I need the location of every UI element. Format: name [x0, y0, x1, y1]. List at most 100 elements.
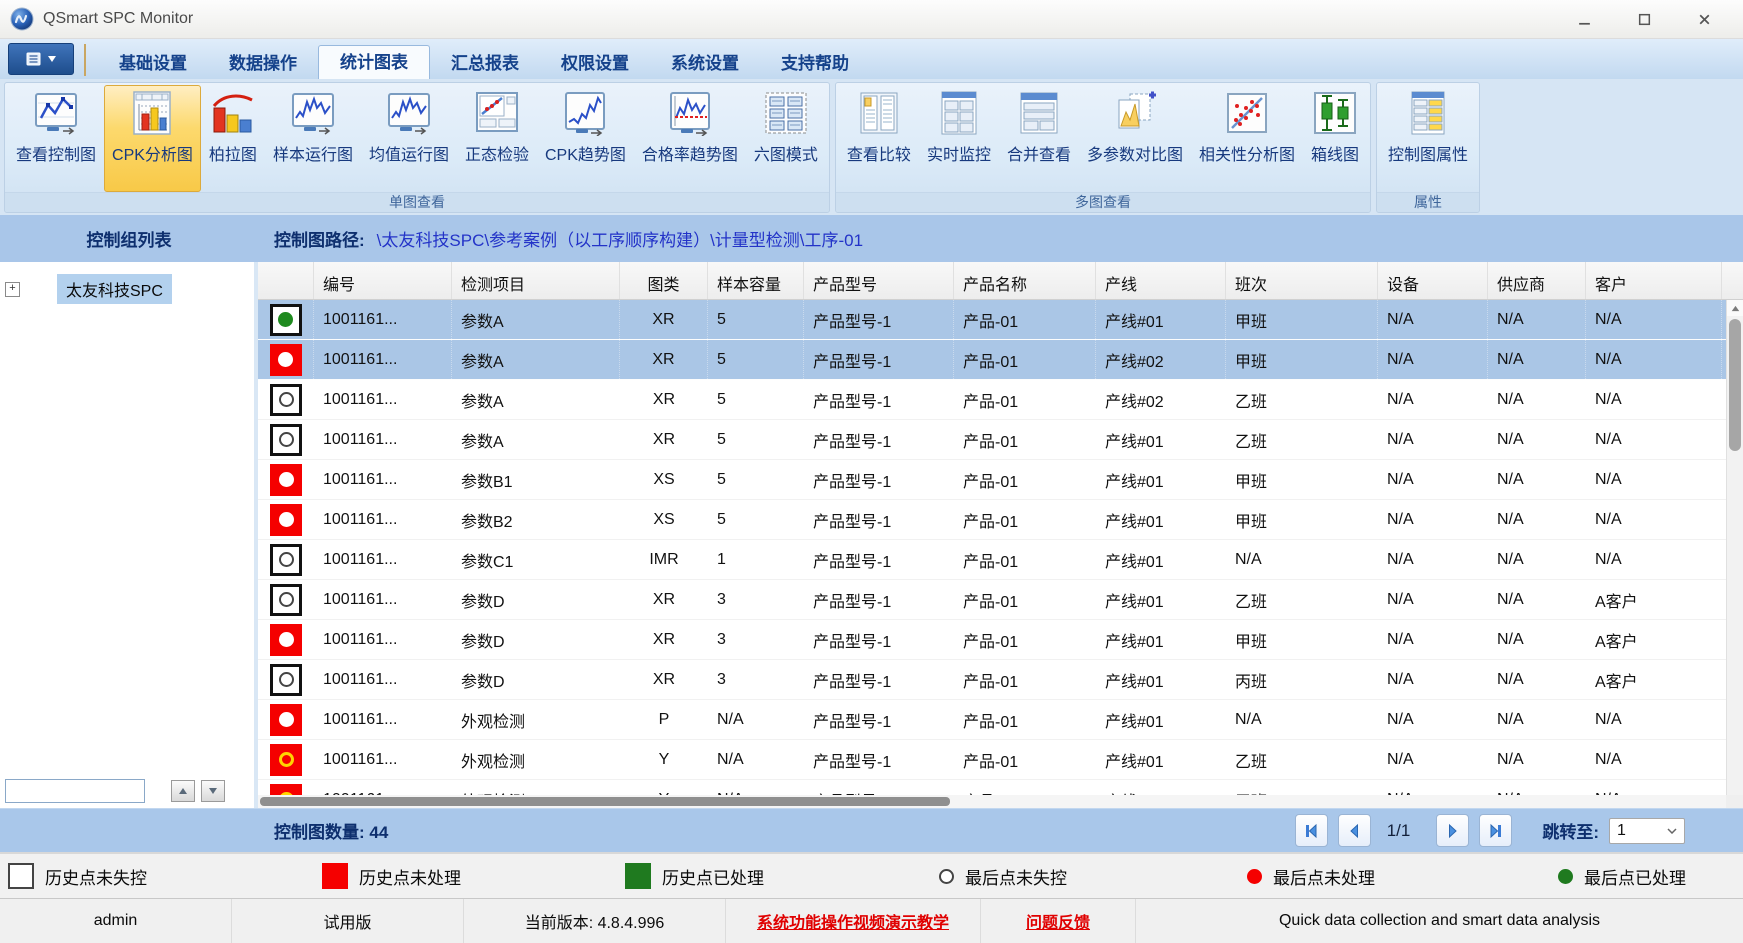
- close-button[interactable]: [1689, 6, 1719, 32]
- table-cell: A客户: [1586, 580, 1722, 619]
- column-header[interactable]: 客户: [1586, 262, 1722, 299]
- ribbon-button[interactable]: 合格率趋势图: [634, 85, 746, 192]
- maximize-button[interactable]: [1629, 6, 1659, 32]
- table-cell: 5: [708, 460, 804, 499]
- column-header[interactable]: 编号: [314, 262, 452, 299]
- ribbon-button[interactable]: 控制图属性: [1380, 85, 1476, 192]
- minimize-button[interactable]: [1569, 6, 1599, 32]
- table-row[interactable]: 1001161...参数AXR5产品型号-1产品-01产线#02甲班N/AN/A…: [258, 340, 1726, 380]
- ribbon-groups: 查看控制图CPK分析图柏拉图样本运行图均值运行图正态检验CPK趋势图合格率趋势图…: [4, 82, 1480, 213]
- ribbon-button[interactable]: 实时监控: [919, 85, 999, 192]
- menu-tab[interactable]: 统计图表: [318, 45, 430, 79]
- table-cell: 甲班: [1226, 780, 1378, 795]
- table-cell: 1001161...: [314, 500, 452, 539]
- ribbon-button[interactable]: 均值运行图: [361, 85, 457, 192]
- tree-filter-input[interactable]: [5, 779, 145, 803]
- last-page-button[interactable]: [1479, 814, 1512, 847]
- status-link[interactable]: 系统功能操作视频演示教学: [726, 899, 981, 943]
- prev-page-button[interactable]: [1338, 814, 1371, 847]
- table-cell: 产品-01: [954, 380, 1096, 419]
- chart-path-label: 控制图路径:: [274, 226, 365, 251]
- table-cell: 外观检测: [452, 740, 620, 779]
- table-cell: N/A: [1488, 500, 1586, 539]
- app-menu-button[interactable]: [8, 43, 74, 75]
- ribbon-button[interactable]: 正态检验: [457, 85, 537, 192]
- table-cell: 5: [708, 420, 804, 459]
- status-section: admin: [0, 899, 232, 943]
- status-link[interactable]: 问题反馈: [981, 899, 1136, 943]
- tree-up-button[interactable]: [171, 780, 195, 802]
- next-page-button[interactable]: [1436, 814, 1469, 847]
- column-header[interactable]: 供应商: [1488, 262, 1586, 299]
- list-icon: [26, 52, 42, 66]
- table-cell: 产线#01: [1096, 740, 1226, 779]
- ribbon-button[interactable]: CPK分析图: [104, 85, 201, 192]
- ribbon-button-label: 箱线图: [1311, 141, 1359, 165]
- table-row[interactable]: 1001161...参数AXR5产品型号-1产品-01产线#01乙班N/AN/A…: [258, 420, 1726, 460]
- table-row[interactable]: 1001161...外观检测YN/A产品型号-1产品-01产线#01乙班N/AN…: [258, 740, 1726, 780]
- menu-tab[interactable]: 支持帮助: [760, 49, 870, 79]
- column-header[interactable]: 产线: [1096, 262, 1226, 299]
- column-header[interactable]: 样本容量: [708, 262, 804, 299]
- menu-tab[interactable]: 系统设置: [650, 49, 760, 79]
- table-cell: 1001161...: [314, 660, 452, 699]
- horizontal-scrollbar[interactable]: [258, 795, 1726, 808]
- table-row[interactable]: 1001161...参数C1IMR1产品型号-1产品-01产线#01N/AN/A…: [258, 540, 1726, 580]
- column-header[interactable]: 设备: [1378, 262, 1488, 299]
- table-cell: 产品型号-1: [804, 340, 954, 379]
- table-row[interactable]: 1001161...参数DXR3产品型号-1产品-01产线#01甲班N/AN/A…: [258, 620, 1726, 660]
- control-chart-icon: [33, 90, 79, 136]
- ribbon-button[interactable]: CPK趋势图: [537, 85, 634, 192]
- menu-tab[interactable]: 基础设置: [98, 49, 208, 79]
- main-area: + 太友科技SPC 编号检测项目图类样本容量产品型号产品名称产线班次设备供应商客…: [0, 262, 1743, 808]
- menu-tab[interactable]: 数据操作: [208, 49, 318, 79]
- table-row[interactable]: 1001161...参数DXR3产品型号-1产品-01产线#01乙班N/AN/A…: [258, 580, 1726, 620]
- table-cell: N/A: [1586, 420, 1722, 459]
- ribbon-button[interactable]: 相关性分析图: [1191, 85, 1303, 192]
- header-filler: [1722, 262, 1743, 299]
- table-cell: XS: [620, 500, 708, 539]
- ribbon-button[interactable]: 合并查看: [999, 85, 1079, 192]
- table-row[interactable]: 1001161外观检测YN/A产品型号-1产品-01产线#01甲班N/AN/AN…: [258, 780, 1726, 795]
- table-cell: N/A: [1488, 340, 1586, 379]
- table-row[interactable]: 1001161...参数B2XS5产品型号-1产品-01产线#01甲班N/AN/…: [258, 500, 1726, 540]
- ribbon-button[interactable]: 六图模式: [746, 85, 826, 192]
- ribbon-button[interactable]: 样本运行图: [265, 85, 361, 192]
- ribbon-button[interactable]: 查看比较: [839, 85, 919, 192]
- column-header[interactable]: [258, 262, 314, 299]
- status-square-red-icon: [270, 624, 302, 656]
- column-header[interactable]: 班次: [1226, 262, 1378, 299]
- table-cell: 产线#01: [1096, 300, 1226, 339]
- column-header[interactable]: 图类: [620, 262, 708, 299]
- table-row[interactable]: 1001161...参数AXR5产品型号-1产品-01产线#02乙班N/AN/A…: [258, 380, 1726, 420]
- first-page-button[interactable]: [1295, 814, 1328, 847]
- table-cell: N/A: [1488, 580, 1586, 619]
- column-header[interactable]: 检测项目: [452, 262, 620, 299]
- scroll-up-button[interactable]: [1727, 300, 1743, 316]
- jump-to-select[interactable]: 1: [1609, 818, 1685, 844]
- table-cell: 1001161...: [314, 740, 452, 779]
- column-header[interactable]: 产品名称: [954, 262, 1096, 299]
- vertical-scroll-thumb[interactable]: [1729, 319, 1741, 451]
- table-row[interactable]: 1001161...参数AXR5产品型号-1产品-01产线#01甲班N/AN/A…: [258, 300, 1726, 340]
- tree-node-root[interactable]: 太友科技SPC: [57, 274, 172, 304]
- horizontal-scroll-thumb[interactable]: [260, 797, 950, 806]
- table-cell: N/A: [1488, 460, 1586, 499]
- table-cell: 产线#01: [1096, 540, 1226, 579]
- table-cell: N/A: [1586, 780, 1722, 795]
- menu-tab[interactable]: 汇总报表: [430, 49, 540, 79]
- ribbon-button[interactable]: 柏拉图: [201, 85, 265, 192]
- ribbon-button[interactable]: 查看控制图: [8, 85, 104, 192]
- table-row[interactable]: 1001161...参数B1XS5产品型号-1产品-01产线#01甲班N/AN/…: [258, 460, 1726, 500]
- tree-down-button[interactable]: [201, 780, 225, 802]
- tree-expander[interactable]: +: [5, 282, 20, 297]
- table-cell: 参数D: [452, 660, 620, 699]
- table-row[interactable]: 1001161...参数DXR3产品型号-1产品-01产线#01丙班N/AN/A…: [258, 660, 1726, 700]
- ribbon-button[interactable]: 箱线图: [1303, 85, 1367, 192]
- ribbon-button[interactable]: 多参数对比图: [1079, 85, 1191, 192]
- table-row[interactable]: 1001161...外观检测PN/A产品型号-1产品-01产线#01N/AN/A…: [258, 700, 1726, 740]
- menu-tab[interactable]: 权限设置: [540, 49, 650, 79]
- vertical-scrollbar[interactable]: [1726, 300, 1743, 795]
- column-header[interactable]: 产品型号: [804, 262, 954, 299]
- up-arrow-icon: [177, 785, 189, 797]
